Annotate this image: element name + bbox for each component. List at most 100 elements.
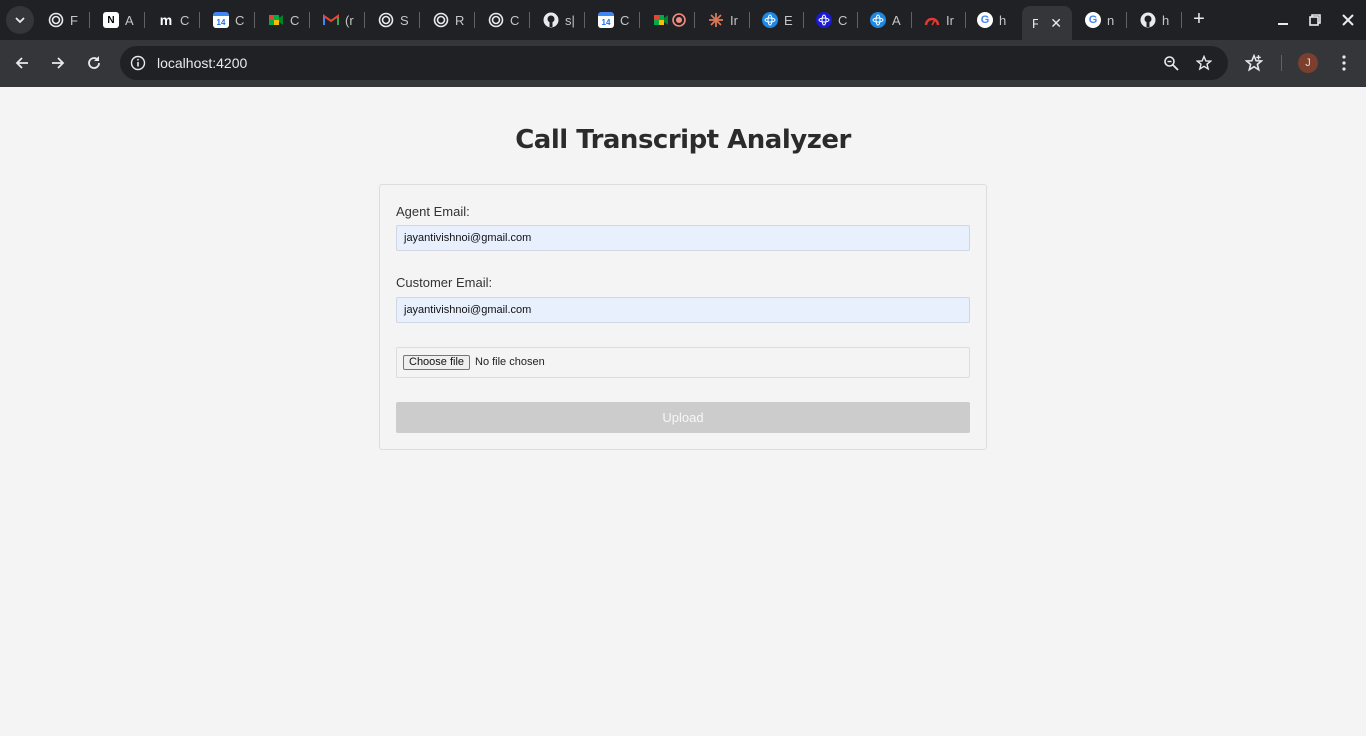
recording-icon [671, 12, 687, 28]
profile-avatar[interactable]: J [1298, 53, 1318, 73]
restore-icon [1309, 14, 1321, 26]
tab-title: h [1162, 12, 1170, 28]
browser-tab[interactable]: h [1140, 6, 1174, 34]
forward-arrow-icon [52, 57, 65, 69]
calendar-icon: 14 [598, 12, 614, 28]
kebab-menu-icon [1342, 55, 1346, 71]
reload-button[interactable] [83, 52, 105, 74]
restore-button[interactable] [1305, 10, 1325, 30]
address-bar[interactable]: localhost:4200 [120, 46, 1228, 80]
browser-tab[interactable]: A [870, 6, 904, 34]
browser-tab[interactable]: S [378, 6, 412, 34]
forward-button[interactable] [47, 52, 69, 74]
tab-separator [694, 12, 695, 28]
tab-title: (r [345, 12, 354, 28]
meet-icon [653, 12, 669, 28]
tab-title: C [838, 12, 848, 28]
google-icon: G [977, 12, 993, 28]
close-tab-icon[interactable]: ✕ [1050, 15, 1062, 32]
browser-tab[interactable]: C [816, 6, 850, 34]
tab-title: Ir [946, 12, 954, 28]
tab-title: n [1107, 12, 1115, 28]
toolbar-divider [1281, 55, 1282, 71]
tab-title: C [290, 12, 300, 28]
tab-title: h [999, 12, 1007, 28]
browser-tab[interactable]: N A [103, 6, 137, 34]
browser-tab[interactable]: s| [543, 6, 577, 34]
tab-title: A [892, 12, 901, 28]
openai-icon [378, 12, 394, 28]
speed-icon [924, 12, 940, 28]
analyzer-form: Agent Email: jayantivishnoi@gmail.com Cu… [379, 184, 987, 450]
tab-separator [639, 12, 640, 28]
tab-separator [364, 12, 365, 28]
site-info-icon[interactable] [129, 54, 147, 72]
browser-tab[interactable]: 14 C [598, 6, 632, 34]
claude-icon [708, 12, 724, 28]
back-arrow-icon [15, 57, 28, 69]
file-input[interactable]: Choose file No file chosen [396, 347, 970, 378]
browser-tab[interactable]: m C [158, 6, 192, 34]
google-icon: G [1085, 12, 1101, 28]
tab-title: A [125, 12, 134, 28]
browser-tab[interactable]: R [433, 6, 467, 34]
browser-tab[interactable]: C [488, 6, 522, 34]
tab-title: C [180, 12, 190, 28]
calendar-icon: 14 [213, 12, 229, 28]
choose-file-button[interactable]: Choose file [403, 355, 471, 370]
tab-separator [474, 12, 475, 28]
upload-button[interactable]: Upload [396, 402, 970, 433]
close-window-button[interactable] [1338, 10, 1358, 30]
tab-title: C [235, 12, 245, 28]
tab-separator [749, 12, 750, 28]
react-icon [870, 12, 886, 28]
tab-separator [1181, 12, 1182, 28]
tab-separator [911, 12, 912, 28]
tab-title: C [510, 12, 520, 28]
reload-icon [88, 56, 100, 69]
agent-email-label: Agent Email: [396, 204, 470, 219]
browser-tab[interactable]: F [48, 6, 82, 34]
chevron-down-icon [15, 17, 25, 24]
browser-tab[interactable]: C [268, 6, 302, 34]
tab-separator [309, 12, 310, 28]
tab-search-button[interactable] [6, 6, 34, 34]
openai-icon [48, 12, 64, 28]
tab-separator [584, 12, 585, 28]
browser-tab[interactable]: Ir [708, 6, 742, 34]
page-content: Call Transcript Analyzer Agent Email: ja… [0, 87, 1366, 736]
minimize-button[interactable] [1273, 10, 1293, 30]
notion-icon: N [103, 12, 119, 28]
file-status-text: No file chosen [475, 356, 545, 368]
url-text: localhost:4200 [157, 55, 248, 71]
agent-email-input[interactable]: jayantivishnoi@gmail.com [396, 225, 970, 251]
new-tab-button[interactable]: + [1188, 9, 1210, 31]
browser-tab[interactable] [653, 6, 687, 34]
browser-tab[interactable]: 14 C [213, 6, 247, 34]
tab-title: E [784, 12, 793, 28]
tab-separator [803, 12, 804, 28]
gmail-icon [323, 12, 339, 28]
tab-title: Ir [730, 12, 738, 28]
medium-icon: m [159, 12, 173, 28]
react-dark-icon [816, 12, 832, 28]
browser-tab[interactable]: G h [977, 6, 1011, 34]
browser-tab[interactable]: Ir [924, 6, 958, 34]
bookmark-star-icon[interactable] [1195, 54, 1213, 72]
browser-tab-active[interactable]: F ✕ [1022, 6, 1072, 40]
zoom-icon[interactable] [1162, 54, 1180, 72]
github-icon [1140, 12, 1156, 28]
github-icon [543, 12, 559, 28]
browser-tab[interactable]: G n [1085, 6, 1119, 34]
browser-toolbar: localhost:4200 [0, 40, 1366, 87]
menu-button[interactable] [1333, 52, 1355, 74]
tab-separator [965, 12, 966, 28]
bookmarks-button[interactable] [1243, 52, 1265, 74]
browser-tab[interactable]: E [762, 6, 796, 34]
customer-email-input[interactable]: jayantivishnoi@gmail.com [396, 297, 970, 323]
openai-icon [433, 12, 449, 28]
browser-tab[interactable]: (r [323, 6, 357, 34]
tab-title: C [620, 12, 630, 28]
back-button[interactable] [11, 52, 33, 74]
minimize-icon [1278, 23, 1288, 25]
